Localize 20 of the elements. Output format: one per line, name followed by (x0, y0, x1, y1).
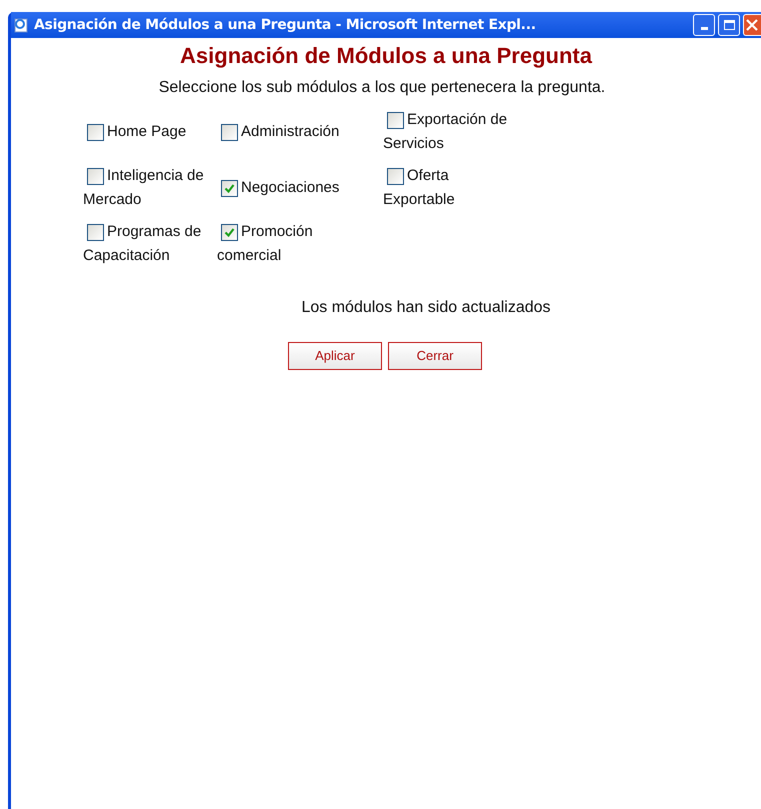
page-heading: Asignación de Módulos a una Pregunta (180, 42, 592, 70)
module-checkbox[interactable]: Administración (217, 120, 379, 144)
browser-icon (13, 17, 29, 33)
module-checkbox[interactable]: Programas de Capacitación (83, 220, 213, 268)
minimize-button[interactable] (693, 14, 715, 36)
module-checkbox[interactable]: Promoción comercial (217, 220, 379, 268)
action-button[interactable]: Cerrar (388, 342, 482, 370)
module-checkbox[interactable]: Oferta Exportable (383, 164, 513, 212)
module-checkbox[interactable]: Inteligencia de Mercado (83, 164, 213, 212)
close-button[interactable] (743, 14, 761, 36)
maximize-button[interactable] (718, 14, 740, 36)
status-message: Los módulos han sido actualizados (301, 298, 551, 318)
check-icon (224, 183, 235, 194)
check-icon (224, 227, 235, 238)
action-button[interactable]: Aplicar (288, 342, 382, 370)
module-checkbox[interactable]: Home Page (83, 120, 213, 144)
instruction-text: Seleccione los sub módulos a los que pertenecera la pregunta. (158, 78, 606, 98)
module-checkbox[interactable]: Negociaciones (217, 176, 379, 200)
module-checkbox[interactable]: Exportación de Servicios (383, 108, 513, 156)
window-title: Asignación de Módulos a una Pregunta - Microsoft Internet Expl... (34, 16, 536, 34)
